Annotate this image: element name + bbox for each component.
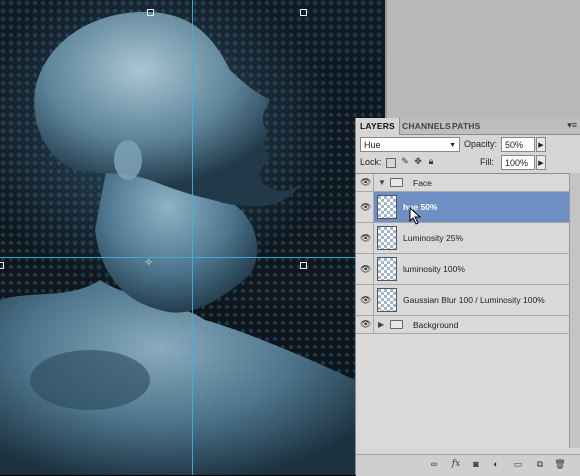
lock-transparent-icon[interactable] bbox=[386, 158, 396, 168]
lock-position-icon[interactable]: ✥ bbox=[413, 156, 423, 167]
lock-row: Lock: ✎ ✥ 🔒︎ Fill: 100% ▶ bbox=[360, 155, 575, 172]
layer-row[interactable]: 👁︎ Gaussian Blur 100 / Luminosity 100% bbox=[356, 285, 570, 316]
mouse-cursor-icon bbox=[409, 207, 422, 225]
visibility-eye-icon[interactable]: 👁︎ bbox=[356, 192, 374, 222]
blend-mode-value: Hue bbox=[364, 140, 381, 150]
layer-row[interactable]: 👁︎ Luminosity 25% bbox=[356, 223, 570, 254]
transform-center-icon[interactable]: ✧ bbox=[144, 258, 153, 269]
horizontal-guide[interactable] bbox=[0, 257, 355, 258]
opacity-field[interactable]: 50% bbox=[501, 137, 535, 152]
layer-row[interactable]: 👁︎ luminosity 100% bbox=[356, 254, 570, 285]
panel-footer: ∞ fx ◙ ◐ ▭ ⧉ 🗑︎ bbox=[356, 454, 580, 476]
new-group-icon[interactable]: ▭ bbox=[512, 458, 524, 470]
layer-group-background[interactable]: 👁︎ ▶ Background bbox=[356, 316, 570, 334]
visibility-eye-icon[interactable]: 👁︎ bbox=[356, 223, 374, 253]
visibility-eye-icon[interactable]: 👁︎ bbox=[356, 254, 374, 284]
visibility-eye-icon[interactable]: 👁︎ bbox=[356, 285, 374, 315]
expand-triangle-icon[interactable]: ▶ bbox=[378, 320, 384, 329]
blend-row: Hue ▼ Opacity: 50% ▶ bbox=[360, 137, 575, 154]
opacity-slider-arrow-icon[interactable]: ▶ bbox=[536, 137, 546, 152]
layer-thumbnail bbox=[377, 226, 397, 250]
layer-name: luminosity 100% bbox=[403, 264, 465, 274]
fill-field[interactable]: 100% bbox=[501, 155, 535, 170]
layers-panel: LAYERS CHANNELS PATHS ▾≡ Hue ▼ Opacity: … bbox=[355, 118, 580, 476]
lock-pixels-icon[interactable]: ✎ bbox=[400, 156, 410, 167]
lock-label: Lock: bbox=[360, 157, 382, 167]
add-mask-icon[interactable]: ◙ bbox=[470, 458, 482, 470]
layer-thumbnail bbox=[377, 195, 397, 219]
delete-layer-icon[interactable]: 🗑︎ bbox=[554, 458, 566, 470]
panel-menu-icon[interactable]: ▾≡ bbox=[567, 120, 577, 131]
expand-triangle-icon[interactable]: ▼ bbox=[378, 178, 386, 187]
chevron-down-icon: ▼ bbox=[449, 142, 456, 149]
fx-icon[interactable]: fx bbox=[450, 458, 462, 470]
portrait-artwork bbox=[0, 11, 355, 475]
layer-name: Gaussian Blur 100 / Luminosity 100% bbox=[403, 295, 545, 305]
new-layer-icon[interactable]: ⧉ bbox=[534, 458, 546, 470]
fill-slider-arrow-icon[interactable]: ▶ bbox=[536, 155, 546, 170]
folder-icon bbox=[390, 178, 403, 187]
visibility-eye-icon[interactable]: 👁︎ bbox=[356, 316, 374, 333]
panel-tabs: LAYERS CHANNELS PATHS ▾≡ bbox=[356, 118, 580, 135]
layer-group-face[interactable]: 👁︎ ▼ Face bbox=[356, 174, 570, 192]
tab-paths[interactable]: PATHS bbox=[448, 118, 485, 134]
transform-handle-top-right[interactable] bbox=[300, 9, 307, 16]
lock-all-icon[interactable]: 🔒︎ bbox=[426, 156, 436, 167]
opacity-label: Opacity: bbox=[464, 139, 498, 149]
layer-name: Luminosity 25% bbox=[403, 233, 464, 243]
tab-layers[interactable]: LAYERS bbox=[356, 118, 400, 135]
transform-handle-top[interactable] bbox=[147, 9, 154, 16]
layer-row[interactable]: 👁︎ hue 50% bbox=[356, 192, 570, 223]
transform-handle-left[interactable] bbox=[0, 262, 4, 269]
blend-mode-select[interactable]: Hue ▼ bbox=[360, 137, 460, 152]
vertical-guide[interactable] bbox=[192, 0, 193, 475]
layer-thumbnail bbox=[377, 288, 397, 312]
visibility-eye-icon[interactable]: 👁︎ bbox=[356, 174, 374, 191]
pasteboard-area bbox=[387, 0, 580, 118]
layers-list: 👁︎ ▼ Face 👁︎ hue 50% 👁︎ Luminosity 25% 👁… bbox=[356, 173, 570, 449]
adjustment-layer-icon[interactable]: ◐ bbox=[490, 458, 502, 470]
group-name: Background bbox=[413, 320, 459, 330]
fill-label: Fill: bbox=[480, 157, 494, 167]
transform-handle-right[interactable] bbox=[300, 262, 307, 269]
link-layers-icon[interactable]: ∞ bbox=[428, 458, 440, 470]
tab-channels[interactable]: CHANNELS bbox=[398, 118, 455, 134]
folder-icon bbox=[390, 320, 403, 329]
group-name: Face bbox=[413, 178, 432, 188]
layer-thumbnail bbox=[377, 257, 397, 281]
layers-scrollbar[interactable] bbox=[569, 173, 580, 448]
